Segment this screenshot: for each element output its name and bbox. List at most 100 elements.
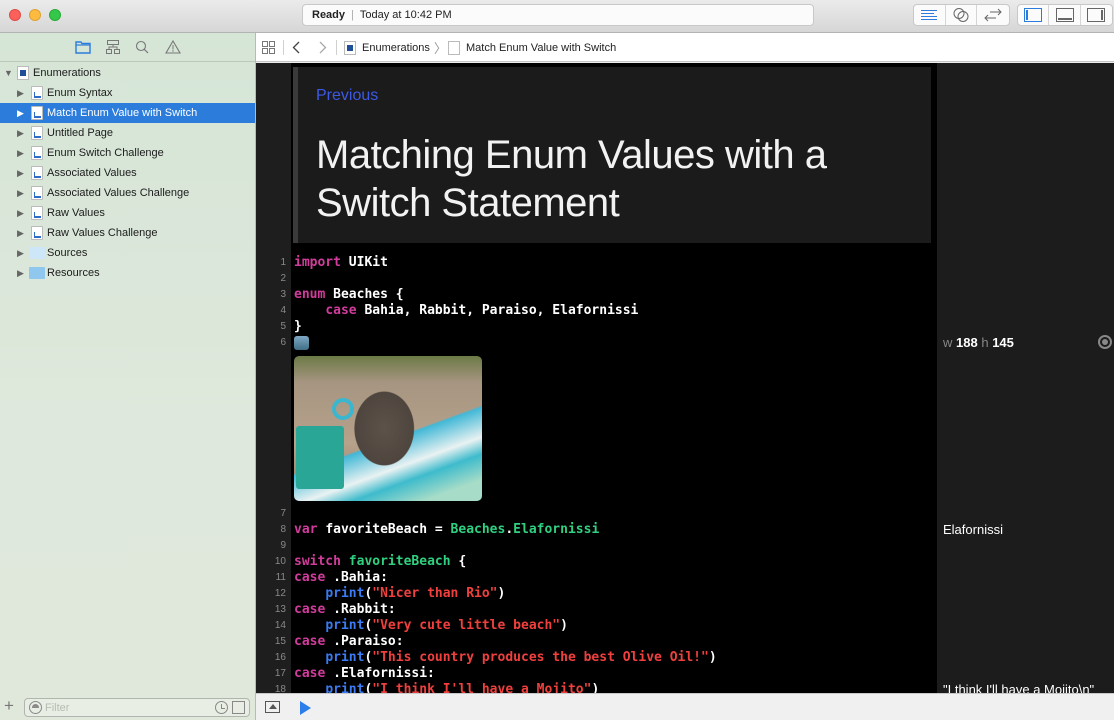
tree-item-associated-values[interactable]: ▶ Associated Values bbox=[0, 163, 255, 183]
tree-item-label: Associated Values Challenge bbox=[47, 187, 190, 199]
line-18-result[interactable]: "I think I'll have a Mojito\n" bbox=[943, 682, 1094, 693]
tree-item-enum-switch-challenge[interactable]: ▶ Enum Switch Challenge bbox=[0, 143, 255, 163]
debug-area-toggle-button[interactable] bbox=[1049, 5, 1081, 25]
line-number: 16 bbox=[274, 652, 286, 663]
identifier-token: Beaches { bbox=[333, 287, 404, 302]
line-number: 4 bbox=[280, 305, 286, 316]
disclosure-expanded-icon[interactable]: ▼ bbox=[4, 63, 14, 83]
tree-item-enum-syntax[interactable]: ▶ Enum Syntax bbox=[0, 83, 255, 103]
breadcrumb-enumerations[interactable]: Enumerations 〉 bbox=[344, 33, 451, 62]
disclosure-collapsed-icon[interactable]: ▶ bbox=[17, 143, 27, 163]
status-state: Ready bbox=[312, 9, 346, 21]
keyword-token: case bbox=[294, 570, 326, 585]
disclosure-collapsed-icon[interactable]: ▶ bbox=[17, 243, 27, 263]
activity-status: Ready | Today at 10:42 PM bbox=[302, 4, 814, 26]
recent-files-icon[interactable] bbox=[215, 701, 228, 714]
line-number: 3 bbox=[280, 289, 286, 300]
xcode-window: Ready | Today at 10:42 PM ▼ Enumerations… bbox=[0, 0, 1114, 720]
tree-root-label: Enumerations bbox=[33, 67, 101, 79]
string-token: "This country produces the best Olive Oi… bbox=[372, 650, 709, 665]
keyword-token: switch bbox=[294, 554, 341, 569]
forward-button[interactable] bbox=[319, 33, 327, 62]
tree-item-raw-values[interactable]: ▶ Raw Values bbox=[0, 203, 255, 223]
navigator-filter-bar: + bbox=[0, 694, 255, 720]
breadcrumb-current-page[interactable]: Match Enum Value with Switch bbox=[448, 33, 616, 62]
line-number: 15 bbox=[274, 636, 286, 647]
previous-page-link[interactable]: Previous bbox=[316, 87, 378, 105]
image-size-result: w 188 h 145 bbox=[943, 335, 1014, 350]
function-token: print bbox=[325, 586, 365, 601]
find-navigator-tab[interactable] bbox=[135, 39, 151, 55]
tree-item-sources[interactable]: ▶ Sources bbox=[0, 243, 255, 263]
project-navigator-tab[interactable] bbox=[74, 39, 91, 55]
standard-editor-button[interactable] bbox=[914, 5, 946, 25]
run-playground-button[interactable] bbox=[300, 701, 311, 715]
navigator-toggle-icon bbox=[1024, 8, 1043, 22]
playground-page-icon bbox=[31, 126, 43, 140]
punctuation-token: { bbox=[458, 554, 467, 569]
status-separator: | bbox=[351, 9, 354, 21]
disclosure-collapsed-icon[interactable]: ▶ bbox=[17, 83, 27, 103]
jumpbar-divider bbox=[283, 40, 284, 55]
keyword-token: case bbox=[294, 602, 326, 617]
disclosure-collapsed-icon[interactable]: ▶ bbox=[17, 223, 27, 243]
playground-page-icon bbox=[31, 106, 43, 120]
minimize-window-button[interactable] bbox=[29, 9, 41, 21]
disclosure-collapsed-icon[interactable]: ▶ bbox=[17, 183, 27, 203]
line-number: 18 bbox=[274, 684, 286, 693]
code-editor[interactable]: Previous Matching Enum Values with a Swi… bbox=[256, 63, 936, 693]
source-control-filter-icon[interactable] bbox=[232, 701, 245, 714]
keyword-token: case bbox=[325, 303, 357, 318]
tree-item-match-enum-value-with-switch[interactable]: ▶ Match Enum Value with Switch bbox=[0, 103, 255, 123]
punctuation-token: . bbox=[505, 522, 514, 537]
disclosure-collapsed-icon[interactable]: ▶ bbox=[17, 163, 27, 183]
identifier-token: .Rabbit: bbox=[333, 602, 396, 617]
disclosure-collapsed-icon[interactable]: ▶ bbox=[17, 203, 27, 223]
jump-bar: Enumerations 〉 Match Enum Value with Swi… bbox=[256, 33, 1114, 62]
line-number: 13 bbox=[274, 604, 286, 615]
issue-navigator-tab[interactable] bbox=[164, 39, 181, 55]
back-button[interactable] bbox=[292, 33, 300, 62]
chevron-right-icon bbox=[319, 41, 327, 54]
standard-editor-icon bbox=[921, 10, 938, 20]
debug-area-show-button[interactable] bbox=[265, 701, 280, 713]
function-token: print bbox=[325, 618, 365, 633]
identifier-token: favoriteBeach bbox=[348, 554, 451, 569]
line-8-result[interactable]: Elafornissi bbox=[943, 522, 1003, 537]
tree-item-resources[interactable]: ▶ Resources bbox=[0, 263, 255, 283]
related-items-button[interactable] bbox=[262, 33, 275, 62]
string-token: "Very cute little beach" bbox=[372, 618, 561, 633]
add-file-button[interactable]: + bbox=[4, 696, 14, 716]
disclosure-collapsed-icon[interactable]: ▶ bbox=[17, 103, 27, 123]
show-result-toggle-icon[interactable] bbox=[1098, 335, 1112, 349]
tree-item-label: Associated Values bbox=[47, 167, 137, 179]
assistant-editor-button[interactable] bbox=[946, 5, 978, 25]
playground-page-icon bbox=[448, 40, 460, 55]
image-literal-icon[interactable] bbox=[294, 336, 309, 350]
version-editor-button[interactable] bbox=[977, 5, 1009, 25]
close-window-button[interactable] bbox=[9, 9, 21, 21]
filter-field[interactable] bbox=[24, 698, 250, 717]
folder-icon bbox=[29, 267, 45, 279]
filter-input[interactable] bbox=[45, 700, 205, 715]
playground-icon bbox=[17, 66, 29, 80]
rendered-markup-block: Previous Matching Enum Values with a Swi… bbox=[293, 67, 931, 243]
tree-item-associated-values-challenge[interactable]: ▶ Associated Values Challenge bbox=[0, 183, 255, 203]
width-value: 188 bbox=[956, 335, 978, 350]
disclosure-collapsed-icon[interactable]: ▶ bbox=[17, 263, 27, 283]
identifier-token: UIKit bbox=[348, 255, 388, 270]
symbol-navigator-tab[interactable] bbox=[105, 39, 121, 55]
breadcrumb-label: Match Enum Value with Switch bbox=[466, 41, 617, 54]
keyword-token: enum bbox=[294, 287, 326, 302]
filter-scope-icon[interactable] bbox=[29, 701, 42, 714]
zoom-window-button[interactable] bbox=[49, 9, 61, 21]
tree-root-enumerations[interactable]: ▼ Enumerations bbox=[0, 63, 255, 83]
playground-icon bbox=[344, 40, 356, 55]
tree-item-raw-values-challenge[interactable]: ▶ Raw Values Challenge bbox=[0, 223, 255, 243]
line-number: 1 bbox=[280, 257, 286, 268]
line-number: 10 bbox=[274, 556, 286, 567]
utilities-toggle-button[interactable] bbox=[1081, 5, 1112, 25]
tree-item-untitled-page[interactable]: ▶ Untitled Page bbox=[0, 123, 255, 143]
navigator-toggle-button[interactable] bbox=[1018, 5, 1050, 25]
disclosure-collapsed-icon[interactable]: ▶ bbox=[17, 123, 27, 143]
